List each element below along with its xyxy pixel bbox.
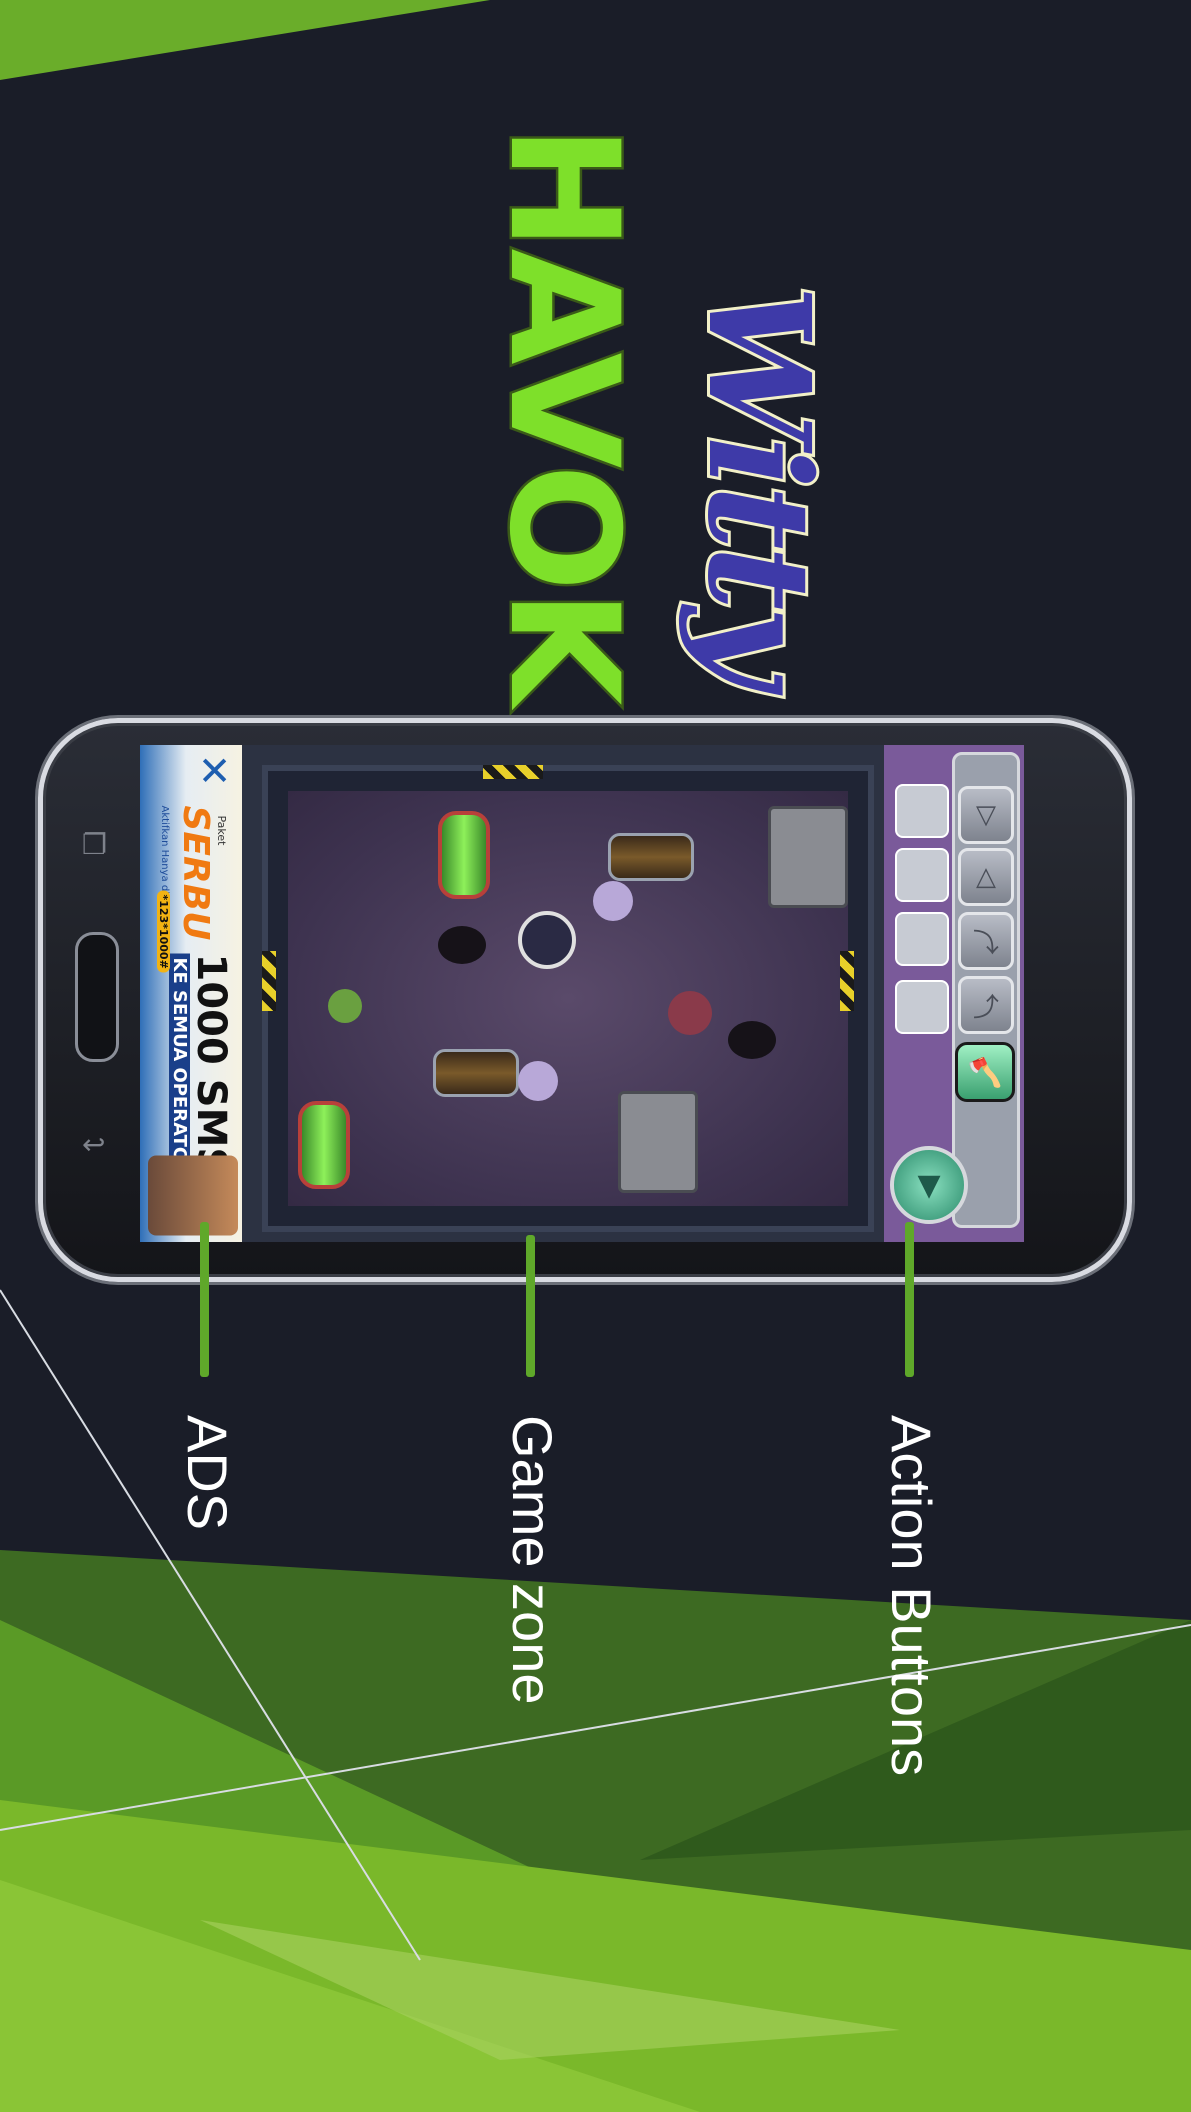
axe-button[interactable]: 🪓 — [955, 1042, 1015, 1102]
action-buttons-label: Action Buttons — [880, 1415, 943, 1777]
triangle-down-icon: ▽ — [976, 800, 996, 830]
turn-right-button[interactable]: ⤵ — [958, 912, 1014, 970]
player-character[interactable] — [518, 911, 576, 969]
ad-operator-text: KE SEMUA OPERATOR — [169, 953, 190, 1180]
back-icon[interactable]: ↩ — [82, 1128, 105, 1161]
axe-icon: 🪓 — [967, 1055, 1003, 1089]
ad-serbu-text: SERBU — [175, 805, 216, 940]
action-buttons-pointer — [905, 1222, 914, 1377]
ad-paket-text: Paket — [215, 815, 228, 845]
lab-desk[interactable] — [768, 806, 848, 908]
move-down-button[interactable]: ▽ — [958, 786, 1014, 844]
turn-left-icon: ⤴ — [972, 992, 999, 1023]
ad-banner[interactable]: ✕ Paket SERBU 1000 SMS KE SEMUA OPERATOR… — [140, 745, 242, 1242]
play-triangle-icon: ▼ — [917, 1167, 941, 1203]
inventory-slot[interactable] — [895, 912, 949, 966]
inventory-slot[interactable] — [895, 980, 949, 1034]
recent-apps-icon[interactable]: ❐ — [82, 828, 107, 861]
green-tank[interactable] — [438, 811, 490, 899]
ad-people-image — [148, 1155, 238, 1235]
floor-hole — [438, 926, 486, 964]
ad-sms-text: 1000 SMS — [188, 953, 234, 1176]
ad-code-text: *123*1000# — [157, 890, 170, 973]
scientist-character[interactable] — [593, 881, 633, 921]
game-room — [262, 765, 874, 1232]
hazard-door-top — [483, 765, 543, 779]
inventory-slot[interactable] — [895, 784, 949, 838]
ad-brand-logo: ✕ — [190, 753, 236, 787]
triangle-up-icon: △ — [976, 862, 996, 892]
slime-pickup[interactable] — [328, 989, 362, 1023]
move-up-button[interactable]: △ — [958, 848, 1014, 906]
barrel[interactable] — [433, 1049, 519, 1097]
barrel[interactable] — [608, 833, 694, 881]
ads-label: ADS — [176, 1415, 239, 1531]
hazard-door-right — [840, 951, 854, 1011]
hazard-door-left — [262, 951, 276, 1011]
logo-havok-text: HAVOK — [474, 123, 653, 707]
logo-witty-text: Witty — [673, 282, 843, 687]
lab-desk[interactable] — [618, 1091, 698, 1193]
ad-aktifkan-text: Aktifkan Hanya di — [159, 805, 170, 894]
monster-character[interactable] — [668, 991, 712, 1035]
game-logo: Witty HAVOK — [400, 115, 860, 707]
inventory-slot[interactable] — [895, 848, 949, 902]
floor-hole — [728, 1021, 776, 1059]
turn-right-icon: ⤵ — [972, 928, 999, 959]
game-zone[interactable] — [242, 745, 884, 1242]
game-zone-pointer — [526, 1235, 535, 1377]
game-zone-label: Game zone — [501, 1415, 564, 1705]
green-tank[interactable] — [298, 1101, 350, 1189]
game-floor — [288, 791, 848, 1206]
go-button[interactable]: ▼ — [890, 1146, 968, 1224]
turn-left-button[interactable]: ⤴ — [958, 976, 1014, 1034]
scientist-character[interactable] — [518, 1061, 558, 1101]
home-button[interactable] — [75, 932, 119, 1062]
ads-pointer — [200, 1222, 209, 1377]
